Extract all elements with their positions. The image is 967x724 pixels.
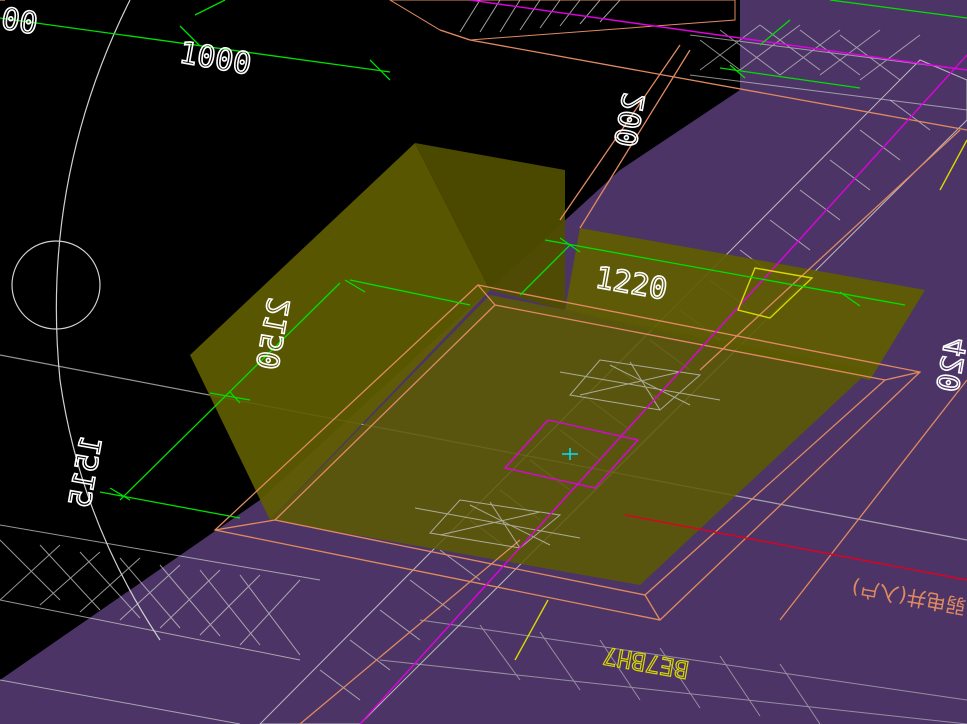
dim-text-00: 00 bbox=[0, 1, 40, 42]
cad-3d-viewport[interactable]: 1000 1220 2150 1515 200 420 00 BE7BH7 弱电… bbox=[0, 0, 967, 724]
model-view[interactable]: 1000 1220 2150 1515 200 420 00 BE7BH7 弱电… bbox=[0, 0, 967, 724]
